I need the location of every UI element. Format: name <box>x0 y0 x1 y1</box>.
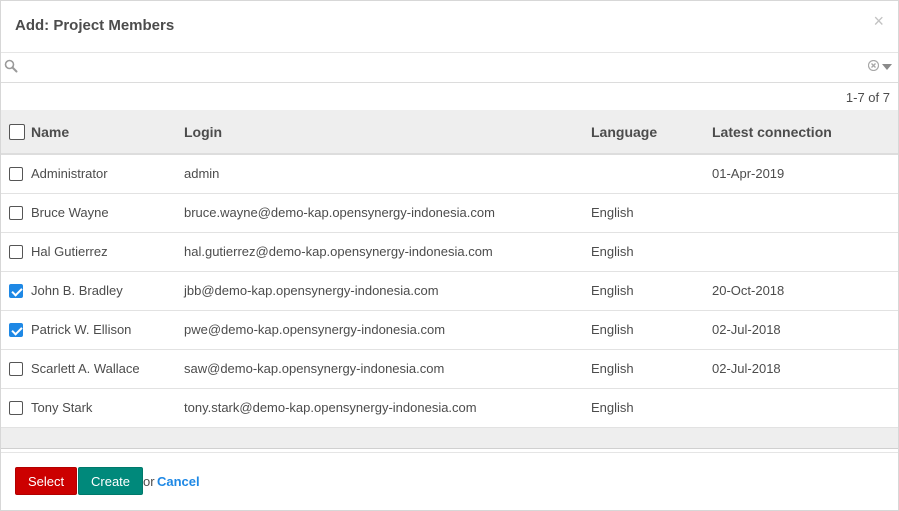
search-icon <box>4 59 18 73</box>
cell-name: John B. Bradley <box>31 283 123 298</box>
pager-row: 1-7 of 7 <box>1 83 898 110</box>
cell-latest-connection: 20-Oct-2018 <box>712 283 785 298</box>
add-project-members-dialog: Add: Project Members × 1-7 of 7 Name Log… <box>0 0 899 511</box>
search-input[interactable] <box>23 57 847 79</box>
cancel-link[interactable]: Cancel <box>157 474 200 489</box>
cell-language: English <box>591 283 634 298</box>
close-icon[interactable]: × <box>873 12 884 30</box>
dialog-title: Add: Project Members <box>15 17 175 34</box>
cell-login: tony.stark@demo-kap.opensynergy-indonesi… <box>184 400 477 415</box>
cell-login: bruce.wayne@demo-kap.opensynergy-indones… <box>184 205 495 220</box>
row-checkbox[interactable] <box>9 400 23 415</box>
table-row[interactable]: Scarlett A. Wallace saw@demo-kap.opensyn… <box>1 349 898 388</box>
column-header-latest-connection[interactable]: Latest connection <box>712 110 898 154</box>
cell-name: Bruce Wayne <box>31 205 109 220</box>
cell-language: English <box>591 205 634 220</box>
row-checkbox[interactable] <box>9 244 23 259</box>
cell-latest-connection <box>712 232 898 271</box>
select-all-cell <box>1 110 31 154</box>
row-checkbox[interactable] <box>9 361 23 376</box>
cell-language: English <box>591 322 634 337</box>
column-header-name[interactable]: Name <box>31 110 184 154</box>
cell-name: Patrick W. Ellison <box>31 322 132 337</box>
cell-name: Administrator <box>31 166 108 182</box>
cell-login: admin <box>184 166 220 182</box>
table-row[interactable]: Patrick W. Ellison pwe@demo-kap.opensyne… <box>1 310 898 349</box>
table-row[interactable]: John B. Bradley jbb@demo-kap.opensynergy… <box>1 271 898 310</box>
cell-language <box>591 154 712 193</box>
clear-circle-icon[interactable] <box>868 60 879 71</box>
search-bar <box>1 53 898 83</box>
or-text: or <box>143 474 155 489</box>
caret-down-icon[interactable] <box>882 64 892 70</box>
pager-value[interactable]: 1-7 of 7 <box>846 90 890 105</box>
table-row[interactable]: Hal Gutierrez hal.gutierrez@demo-kap.ope… <box>1 232 898 271</box>
table-header-row: Name Login Language Latest connection <box>1 110 898 154</box>
row-checkbox[interactable] <box>9 283 23 298</box>
dialog-footer: Select Create or Cancel <box>1 452 898 511</box>
row-checkbox[interactable] <box>9 166 23 181</box>
select-button[interactable]: Select <box>15 467 78 495</box>
cell-login: jbb@demo-kap.opensynergy-indonesia.com <box>184 283 439 298</box>
cell-name: Hal Gutierrez <box>31 244 108 259</box>
cell-name: Scarlett A. Wallace <box>31 361 140 376</box>
cell-latest-connection: 02-Jul-2018 <box>712 361 781 376</box>
cell-login: hal.gutierrez@demo-kap.opensynergy-indon… <box>184 244 493 259</box>
cell-latest-connection <box>712 193 898 232</box>
table-row[interactable]: Tony Stark tony.stark@demo-kap.opensyner… <box>1 388 898 427</box>
dialog-header: Add: Project Members × <box>1 1 898 53</box>
cell-latest-connection: 02-Jul-2018 <box>712 322 781 337</box>
row-checkbox[interactable] <box>9 322 23 337</box>
cell-language: English <box>591 361 634 376</box>
create-button[interactable]: Create <box>78 467 144 495</box>
members-table: Name Login Language Latest connection Ad… <box>1 110 898 428</box>
table-row[interactable]: Administrator admin 01-Apr-2019 <box>1 154 898 193</box>
table-row[interactable]: Bruce Wayne bruce.wayne@demo-kap.opensyn… <box>1 193 898 232</box>
row-checkbox[interactable] <box>9 205 23 220</box>
column-header-login[interactable]: Login <box>184 110 591 154</box>
cell-language: English <box>591 244 634 259</box>
select-all-checkbox[interactable] <box>9 123 25 140</box>
cell-login: pwe@demo-kap.opensynergy-indonesia.com <box>184 322 446 337</box>
cell-latest-connection <box>712 388 898 427</box>
table-footer-band <box>1 427 898 449</box>
column-header-language[interactable]: Language <box>591 110 712 154</box>
cell-login: saw@demo-kap.opensynergy-indonesia.com <box>184 361 445 376</box>
cell-name: Tony Stark <box>31 400 93 415</box>
cell-latest-connection: 01-Apr-2019 <box>712 166 785 182</box>
cell-language: English <box>591 400 634 415</box>
